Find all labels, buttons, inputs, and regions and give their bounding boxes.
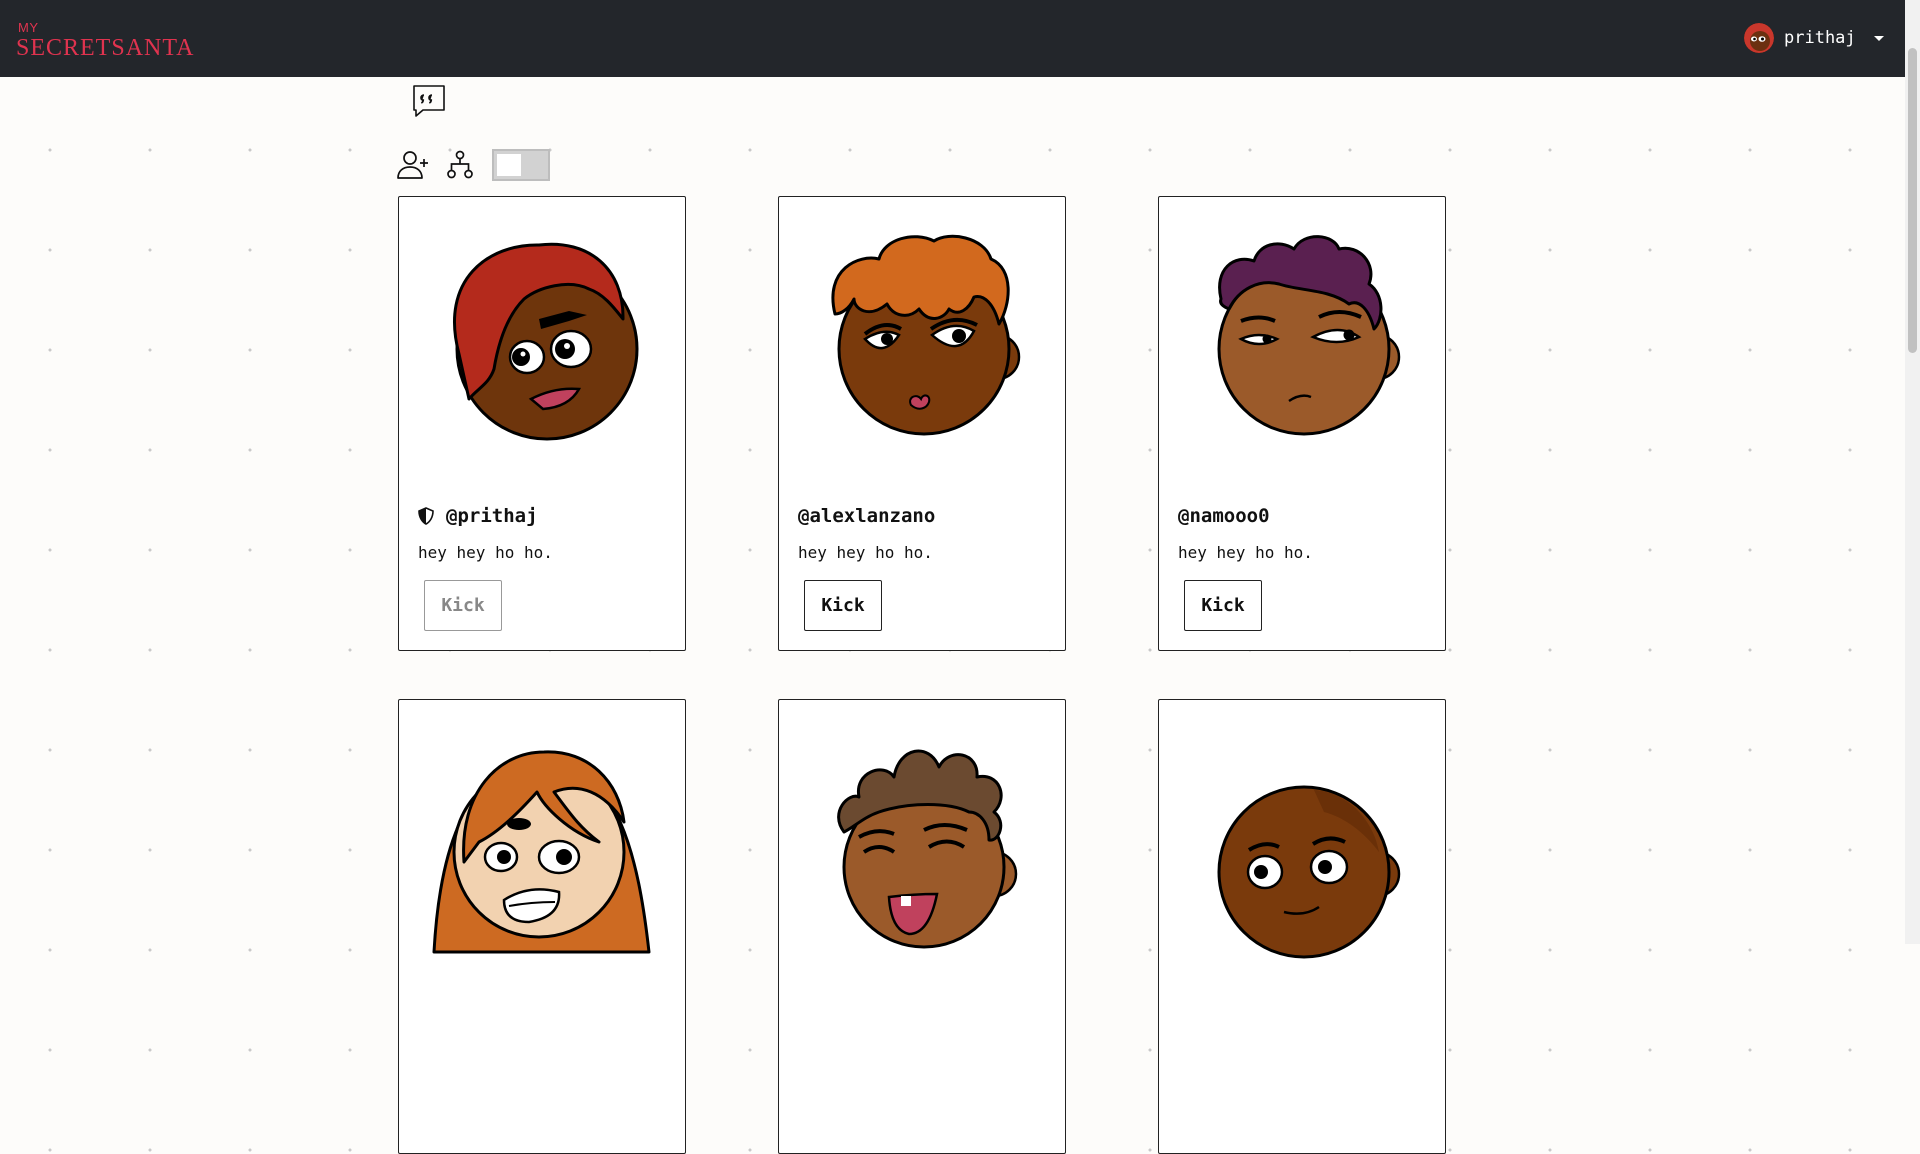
- kick-button[interactable]: Kick: [424, 580, 502, 631]
- username-label: prithaj: [1784, 28, 1856, 48]
- member-card-6: [1158, 699, 1446, 1154]
- member-card-1: @prithaj hey hey ho ho. Kick: [398, 196, 686, 651]
- member-handle: @namooo0: [1178, 505, 1270, 527]
- member-avatar: [419, 712, 665, 972]
- member-card-3: @namooo0 hey hey ho ho. Kick: [1158, 196, 1446, 651]
- logo-main-text: SECRETSANTA: [16, 35, 195, 61]
- add-user-icon[interactable]: [397, 148, 431, 182]
- member-avatar: [799, 712, 1045, 972]
- member-card-5: [778, 699, 1066, 1154]
- scrollbar-thumb[interactable]: [1908, 48, 1917, 353]
- view-toggle-switch[interactable]: [492, 149, 550, 181]
- app-logo[interactable]: MY SECRETSANTA: [16, 19, 193, 63]
- member-card-2: @alexlanzano hey hey ho ho. Kick: [778, 196, 1066, 651]
- chevron-down-icon: [1873, 35, 1884, 41]
- admin-shield-icon: [418, 507, 434, 525]
- user-menu-dropdown[interactable]: prithaj: [1744, 22, 1884, 54]
- member-avatar: [799, 209, 1045, 469]
- top-navbar: MY SECRETSANTA prithaj: [0, 0, 1905, 77]
- member-handle: @prithaj: [446, 505, 538, 527]
- vertical-scrollbar[interactable]: [1905, 0, 1920, 944]
- member-name: @alexlanzano: [798, 505, 935, 527]
- member-avatar: [419, 209, 665, 469]
- logo-small-text: MY: [18, 20, 39, 35]
- member-name: @prithaj: [418, 505, 538, 527]
- member-handle: @alexlanzano: [798, 505, 936, 527]
- member-name: @namooo0: [1178, 505, 1270, 527]
- member-bio: hey hey ho ho.: [1178, 543, 1313, 562]
- kick-button[interactable]: Kick: [1184, 580, 1262, 631]
- member-avatar: [1179, 712, 1425, 972]
- toggle-knob: [497, 154, 521, 176]
- group-toolbar: [397, 147, 550, 183]
- member-card-4: [398, 699, 686, 1154]
- quote-bubble-icon[interactable]: [412, 84, 446, 118]
- member-avatar: [1179, 209, 1425, 469]
- hierarchy-icon[interactable]: [443, 148, 477, 182]
- member-bio: hey hey ho ho.: [418, 543, 553, 562]
- kick-button[interactable]: Kick: [804, 580, 882, 631]
- avatar: [1744, 23, 1774, 53]
- member-bio: hey hey ho ho.: [798, 543, 933, 562]
